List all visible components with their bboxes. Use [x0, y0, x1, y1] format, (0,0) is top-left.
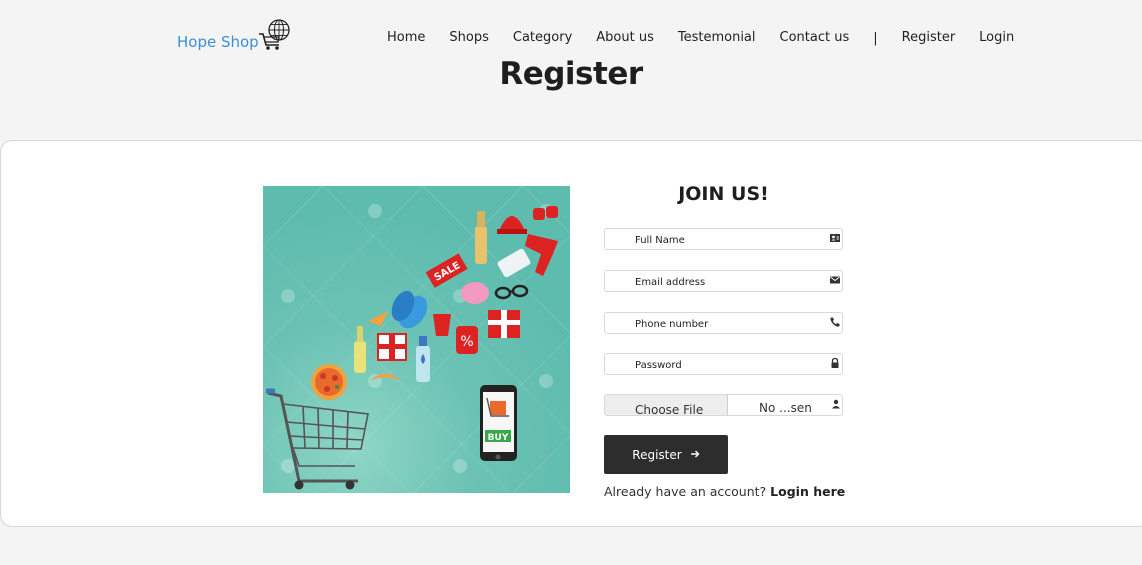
nav-separator: |: [873, 30, 878, 46]
main-nav: Home Shops Category About us Testemonial…: [387, 30, 1014, 46]
phone-icon: [830, 317, 840, 327]
nav-contact-us[interactable]: Contact us: [780, 30, 850, 46]
logo-text: Hope Shop: [177, 33, 259, 51]
join-title: JOIN US!: [678, 183, 769, 205]
lock-icon: [831, 357, 839, 368]
envelope-icon: [830, 276, 840, 284]
register-card: [0, 140, 1142, 527]
nav-home[interactable]: Home: [387, 30, 425, 46]
shopping-illustration: % SALE BUY: [263, 186, 570, 493]
contact-card-icon: [830, 234, 840, 242]
full-name-field[interactable]: [604, 228, 843, 251]
nav-testimonial[interactable]: Testemonial: [678, 30, 756, 46]
nav-category[interactable]: Category: [513, 30, 572, 46]
arrow-right-icon: [690, 448, 700, 462]
logo[interactable]: Hope Shop: [177, 18, 293, 52]
page-title: Register: [499, 56, 643, 92]
password-field[interactable]: [604, 353, 843, 376]
phone-field[interactable]: [604, 312, 843, 335]
register-submit-button[interactable]: Register: [604, 435, 728, 474]
login-here-link[interactable]: Login here: [770, 484, 845, 499]
full-name-input[interactable]: [605, 230, 815, 251]
email-input[interactable]: [605, 272, 815, 293]
globe-cart-icon: [257, 18, 293, 52]
buy-label: BUY: [488, 433, 509, 443]
percent-tag-text: %: [460, 334, 473, 350]
phone-input[interactable]: [605, 314, 815, 335]
file-status: No ...sen: [759, 401, 812, 415]
login-prompt: Already have an account? Login here: [604, 484, 845, 499]
email-field[interactable]: [604, 270, 843, 293]
nav-about-us[interactable]: About us: [596, 30, 654, 46]
register-submit-label: Register: [632, 447, 682, 462]
file-upload-field[interactable]: Choose File No ...sen: [604, 394, 843, 416]
nav-register[interactable]: Register: [902, 30, 956, 46]
account-prompt-text: Already have an account?: [604, 484, 767, 499]
password-input[interactable]: [605, 355, 815, 376]
choose-file-button[interactable]: Choose File: [605, 395, 728, 415]
nav-login[interactable]: Login: [979, 30, 1014, 46]
user-icon: [832, 399, 840, 409]
nav-shops[interactable]: Shops: [449, 30, 488, 46]
